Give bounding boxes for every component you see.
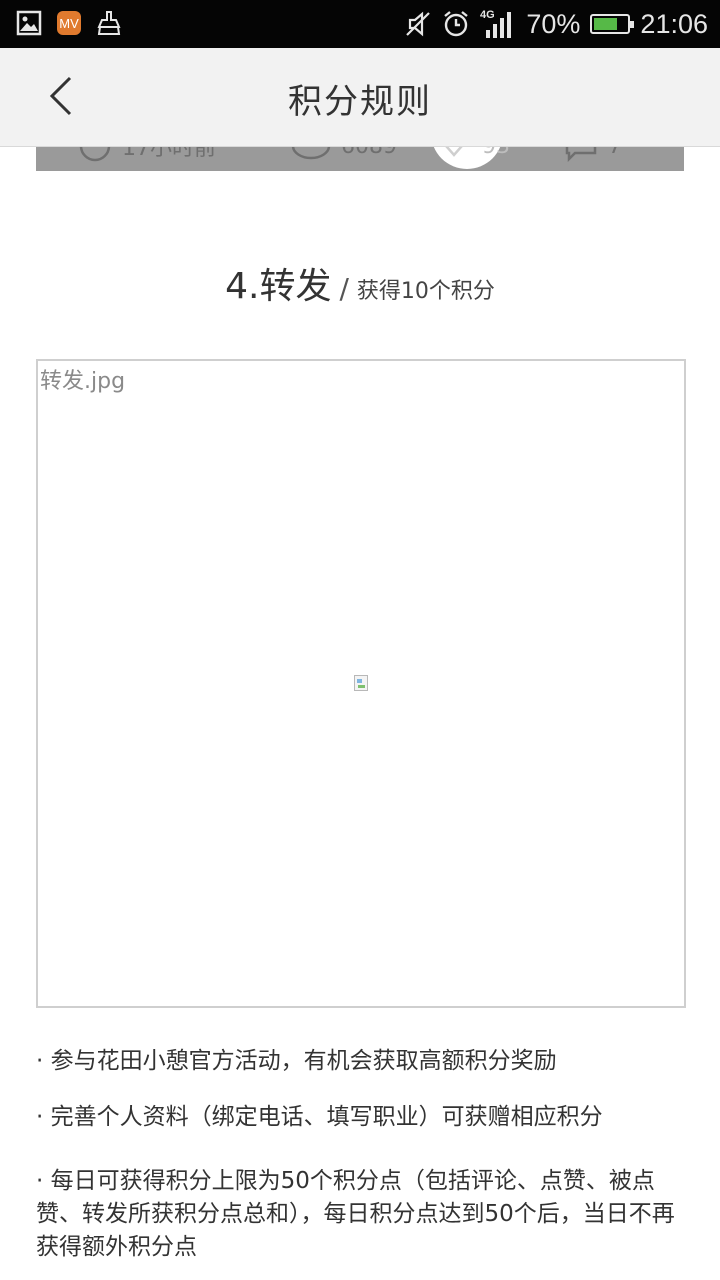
battery-fill	[594, 18, 617, 30]
section-title: 4.转发	[225, 266, 332, 307]
section-heading: 4.转发 / 获得10个积分	[0, 257, 720, 309]
status-bar: MV 4G 70% 21:06	[0, 0, 720, 48]
alarm-icon	[444, 11, 469, 37]
like-count: 93	[482, 147, 510, 159]
battery-percent: 70%	[526, 8, 581, 39]
article-meta-strip: 17小时前 6089 93 7	[36, 147, 684, 171]
clock: 21:06	[640, 8, 708, 39]
section-separator: /	[339, 272, 349, 305]
mute-icon	[406, 11, 431, 37]
network-label: 4G	[480, 9, 495, 21]
eye-icon	[291, 147, 331, 160]
comments-item: 7	[564, 147, 622, 163]
likes-item: 93	[436, 147, 510, 163]
gallery-icon	[16, 10, 42, 36]
battery-icon	[590, 14, 635, 34]
rules-list: · 参与花田小憩官方活动，有机会获取高额积分奖励 · 完善个人资料（绑定电话、填…	[36, 1043, 686, 1260]
comment-count: 7	[608, 147, 622, 159]
heart-icon	[445, 147, 463, 157]
example-image: 转发.jpg	[36, 359, 686, 1008]
broken-image-icon	[354, 675, 368, 691]
comment-icon	[565, 147, 597, 163]
image-alt-text: 转发.jpg	[40, 369, 126, 394]
app-mv-icon: MV	[57, 11, 81, 35]
section-subtitle: 获得10个积分	[356, 279, 495, 304]
views-item: 6089	[291, 147, 397, 163]
rule-item: · 完善个人资料（绑定电话、填写职业）可获赠相应积分	[36, 1104, 603, 1130]
view-count: 6089	[341, 147, 397, 159]
rule-item: · 每日可获得积分上限为50个积分点（包括评论、点赞、被点赞、转发所获积分点总和…	[36, 1168, 675, 1260]
svg-text:MV: MV	[59, 16, 79, 31]
time-ago: 17小时前	[122, 147, 216, 161]
navigation-bar: 积分规则	[0, 48, 720, 147]
cleaner-icon	[97, 11, 121, 35]
rules-content[interactable]: 17小时前 6089 93 7 4.转发/ 获得10个积分 转发.jpg · 参与…	[0, 147, 720, 1280]
signal-icon: 4G	[480, 9, 512, 38]
rule-item: · 参与花田小憩官方活动，有机会获取高额积分奖励	[36, 1048, 557, 1074]
clock-icon	[79, 147, 111, 162]
page-title: 积分规则	[288, 82, 432, 122]
time-ago-item: 17小时前	[78, 147, 216, 163]
